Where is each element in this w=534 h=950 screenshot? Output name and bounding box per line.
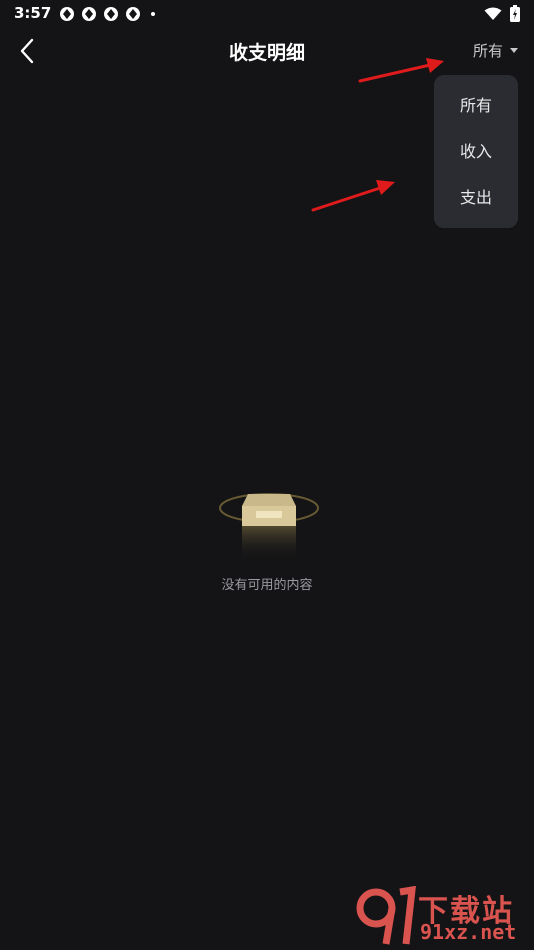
page-title: 收支明细 bbox=[228, 42, 305, 64]
filter-dropdown-menu: 所有 收入 支出 bbox=[434, 75, 518, 228]
more-notifications-dot bbox=[151, 12, 155, 16]
screen: 3:57 收支明细 所有 所有 收入 支出 没有可用的内容 下载站 91xz.n… bbox=[0, 0, 534, 950]
aperture-icon bbox=[126, 7, 140, 21]
filter-label: 所有 bbox=[472, 42, 503, 60]
notification-icons bbox=[59, 6, 155, 22]
status-time: 3:57 bbox=[14, 4, 52, 22]
dropdown-item-income[interactable]: 收入 bbox=[434, 129, 518, 175]
dropdown-item-all[interactable]: 所有 bbox=[434, 83, 518, 129]
annotation-arrow-top bbox=[358, 58, 444, 83]
aperture-icon bbox=[82, 7, 96, 21]
caret-down-icon bbox=[510, 48, 518, 53]
watermark-logo: 下载站 91xz.net bbox=[356, 886, 528, 946]
status-bar: 3:57 bbox=[0, 0, 534, 28]
aperture-icon bbox=[104, 7, 118, 21]
battery-icon bbox=[510, 5, 520, 22]
aperture-icon bbox=[60, 7, 74, 21]
empty-state-message: 没有可用的内容 bbox=[221, 578, 313, 593]
annotation-arrow-bottom bbox=[311, 180, 395, 212]
header: 收支明细 所有 bbox=[0, 28, 534, 74]
wifi-icon bbox=[484, 7, 502, 20]
watermark-91-icon bbox=[356, 886, 416, 945]
system-icons bbox=[484, 5, 520, 22]
filter-dropdown-button[interactable]: 所有 bbox=[473, 40, 518, 61]
dropdown-item-expense[interactable]: 支出 bbox=[434, 175, 518, 221]
watermark-text-bottom: 91xz.net bbox=[420, 920, 517, 944]
empty-inbox-icon bbox=[219, 493, 319, 562]
